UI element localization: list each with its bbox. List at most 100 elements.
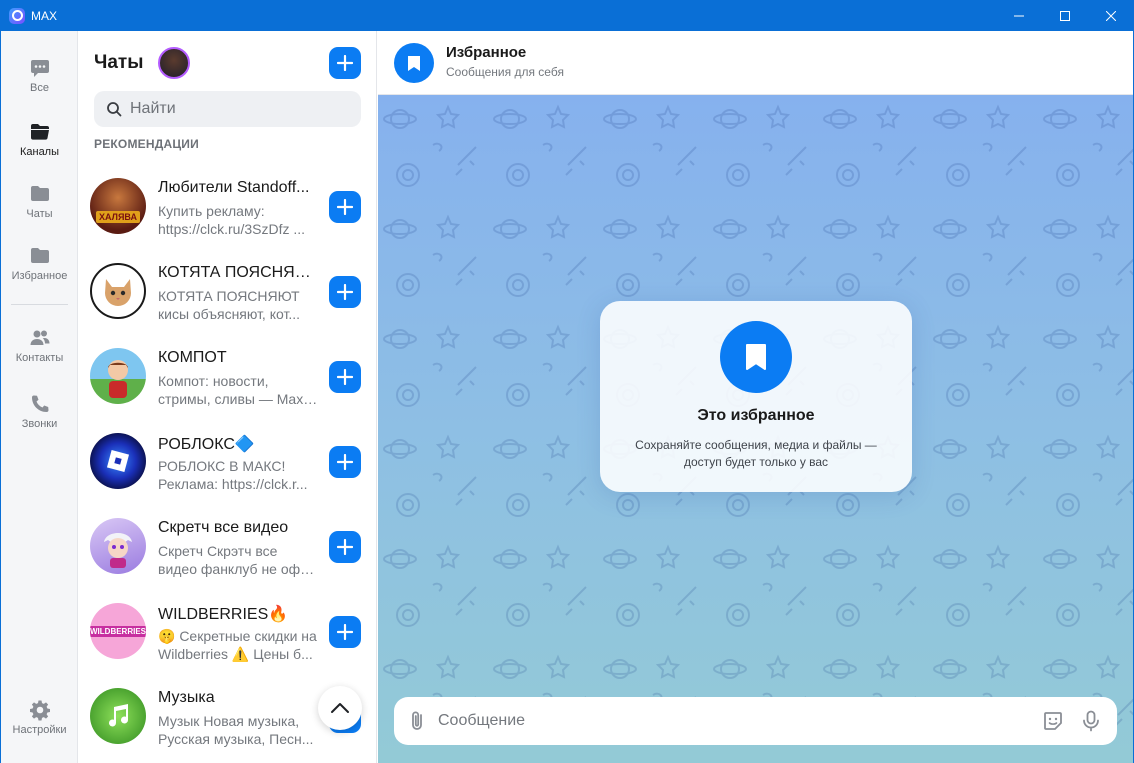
rail-label-contacts: Контакты [15,352,64,364]
chat-row-scratch[interactable]: Скретч все видео Скретч Скрэтч все видео… [78,508,376,593]
chat-row-kompot[interactable]: КОМПОТ Компот: новости, стримы, сливы — … [78,338,376,423]
chat-title: Избранное [446,44,527,61]
rail-label-channels: Каналы [19,146,60,158]
rail-label-favorites: Избранное [11,270,68,282]
chat-background: Это избранное Сохраняйте сообщения, меди… [378,95,1133,763]
favorites-card-line: Сохраняйте сообщения, медиа и файлы — [635,438,877,452]
chat-row-wildberries[interactable]: WILDBERRIES WILDBERRIES🔥 🤫 Секретные ски… [78,593,376,678]
join-channel-button[interactable] [329,616,361,648]
rail-item-all[interactable]: Все [1,57,78,94]
gear-icon [29,699,51,721]
plus-icon [337,369,353,385]
chat-description: видео фанклуб не офи... [158,561,318,577]
folder-open-icon [29,121,51,143]
maximize-icon [1060,10,1070,21]
scroll-to-top-button[interactable] [318,686,362,730]
minimize-button[interactable] [996,0,1042,31]
chat-description: стримы, сливы — Max-... [158,391,318,407]
favorites-card-description: Сохраняйте сообщения, медиа и файлы — до… [600,437,912,471]
plus-icon [337,624,353,640]
character-icon [108,360,128,398]
contacts-icon [29,327,51,349]
minimize-icon [1014,15,1024,16]
message-composer [394,697,1117,745]
favorites-info-card: Это избранное Сохраняйте сообщения, меди… [600,301,912,492]
rail-label-settings: Настройки [12,724,67,736]
favorites-avatar[interactable] [394,43,434,83]
chevron-up-icon [331,703,349,713]
rail-divider [11,304,68,305]
chat-description: Wildberries ⚠️ Цены б... [158,646,313,662]
window-titlebar: MAX [0,0,1134,31]
favorites-card-avatar [720,321,792,393]
rail-item-calls[interactable]: Звонки [1,393,78,430]
chat-row-roblox[interactable]: РОБЛОКС🔷 РОБЛОКС В МАКС! Реклама: https:… [78,423,376,508]
rail-item-contacts[interactable]: Контакты [1,327,78,364]
avatar-badge-text: ХАЛЯВА [96,211,140,223]
join-channel-button[interactable] [329,276,361,308]
chat-name: КОМПОТ [158,349,227,366]
plus-icon [337,539,353,555]
sticker-icon [1044,712,1062,730]
chat-bubble-icon [29,57,51,79]
chat-row-standoff[interactable]: ХАЛЯВА Любители Standoff... Купить рекла… [78,168,376,253]
channel-avatar: WILDBERRIES [90,603,146,659]
channel-avatar [90,688,146,744]
join-channel-button[interactable] [329,361,361,393]
channel-avatar [90,348,146,404]
folder-rail: Все Каналы Чаты Избранное Контакты Звонк… [1,31,78,763]
channel-avatar [90,518,146,574]
close-window-button[interactable] [1088,0,1134,31]
chat-description: Купить рекламу: [158,203,265,219]
search-icon [107,102,122,117]
folder-icon [29,183,51,205]
avatar-badge-text: WILDBERRIES [90,625,146,637]
max-logo-icon [9,7,25,24]
microphone-icon [1083,710,1099,732]
phone-icon [29,393,51,415]
rail-item-channels[interactable]: Каналы [1,121,78,158]
plus-icon [337,199,353,215]
plus-icon [337,454,353,470]
sticker-button[interactable] [1041,709,1065,733]
voice-message-button[interactable] [1079,709,1103,733]
chat-description: Скретч Скрэтч все [158,543,278,559]
chat-header: Избранное Сообщения для себя [378,31,1133,95]
chat-list-title: Чаты [94,52,144,73]
favorites-card-line: доступ будет только у вас [683,455,829,469]
rail-label-chats: Чаты [26,208,53,220]
chat-name: Музыка [158,689,215,706]
chat-row-kittens[interactable]: КОТЯТА ПОЯСНЯЮТ КОТЯТА ПОЯСНЯЮТ кисы объ… [78,253,376,338]
bookmark-icon [408,56,420,71]
rail-item-chats[interactable]: Чаты [1,183,78,220]
channel-avatar [90,263,146,319]
chat-name: Любители Standoff... [158,179,310,196]
search-input[interactable] [130,100,350,118]
folder-icon [29,245,51,267]
chat-description: 🤫 Секретные скидки на [158,628,317,644]
chat-description: Музык Новая музыка, [158,713,300,729]
rail-item-settings[interactable]: Настройки [1,699,78,736]
bookmark-icon [746,344,766,370]
plus-icon [337,284,353,300]
kitten-icon [105,279,131,306]
chat-description: кисы объясняют, кот... [158,306,301,322]
message-input[interactable] [438,712,1041,730]
chat-description: КОТЯТА ПОЯСНЯЮТ [158,288,300,304]
join-channel-button[interactable] [329,446,361,478]
rail-label-all: Все [30,82,49,94]
join-channel-button[interactable] [329,531,361,563]
plus-icon [337,55,353,71]
recommendations-header: РЕКОМЕНДАЦИИ [94,137,199,151]
maximize-button[interactable] [1042,0,1088,31]
favorites-card-title: Это избранное [697,407,815,424]
roblox-logo-icon [106,449,130,473]
attach-button[interactable] [406,709,430,733]
rail-item-favorites[interactable]: Избранное [1,245,78,282]
new-chat-button[interactable] [329,47,361,79]
paperclip-icon [412,711,422,730]
search-box[interactable] [94,91,361,127]
profile-avatar[interactable] [158,47,190,79]
join-channel-button[interactable] [329,191,361,223]
close-icon [1106,10,1116,21]
